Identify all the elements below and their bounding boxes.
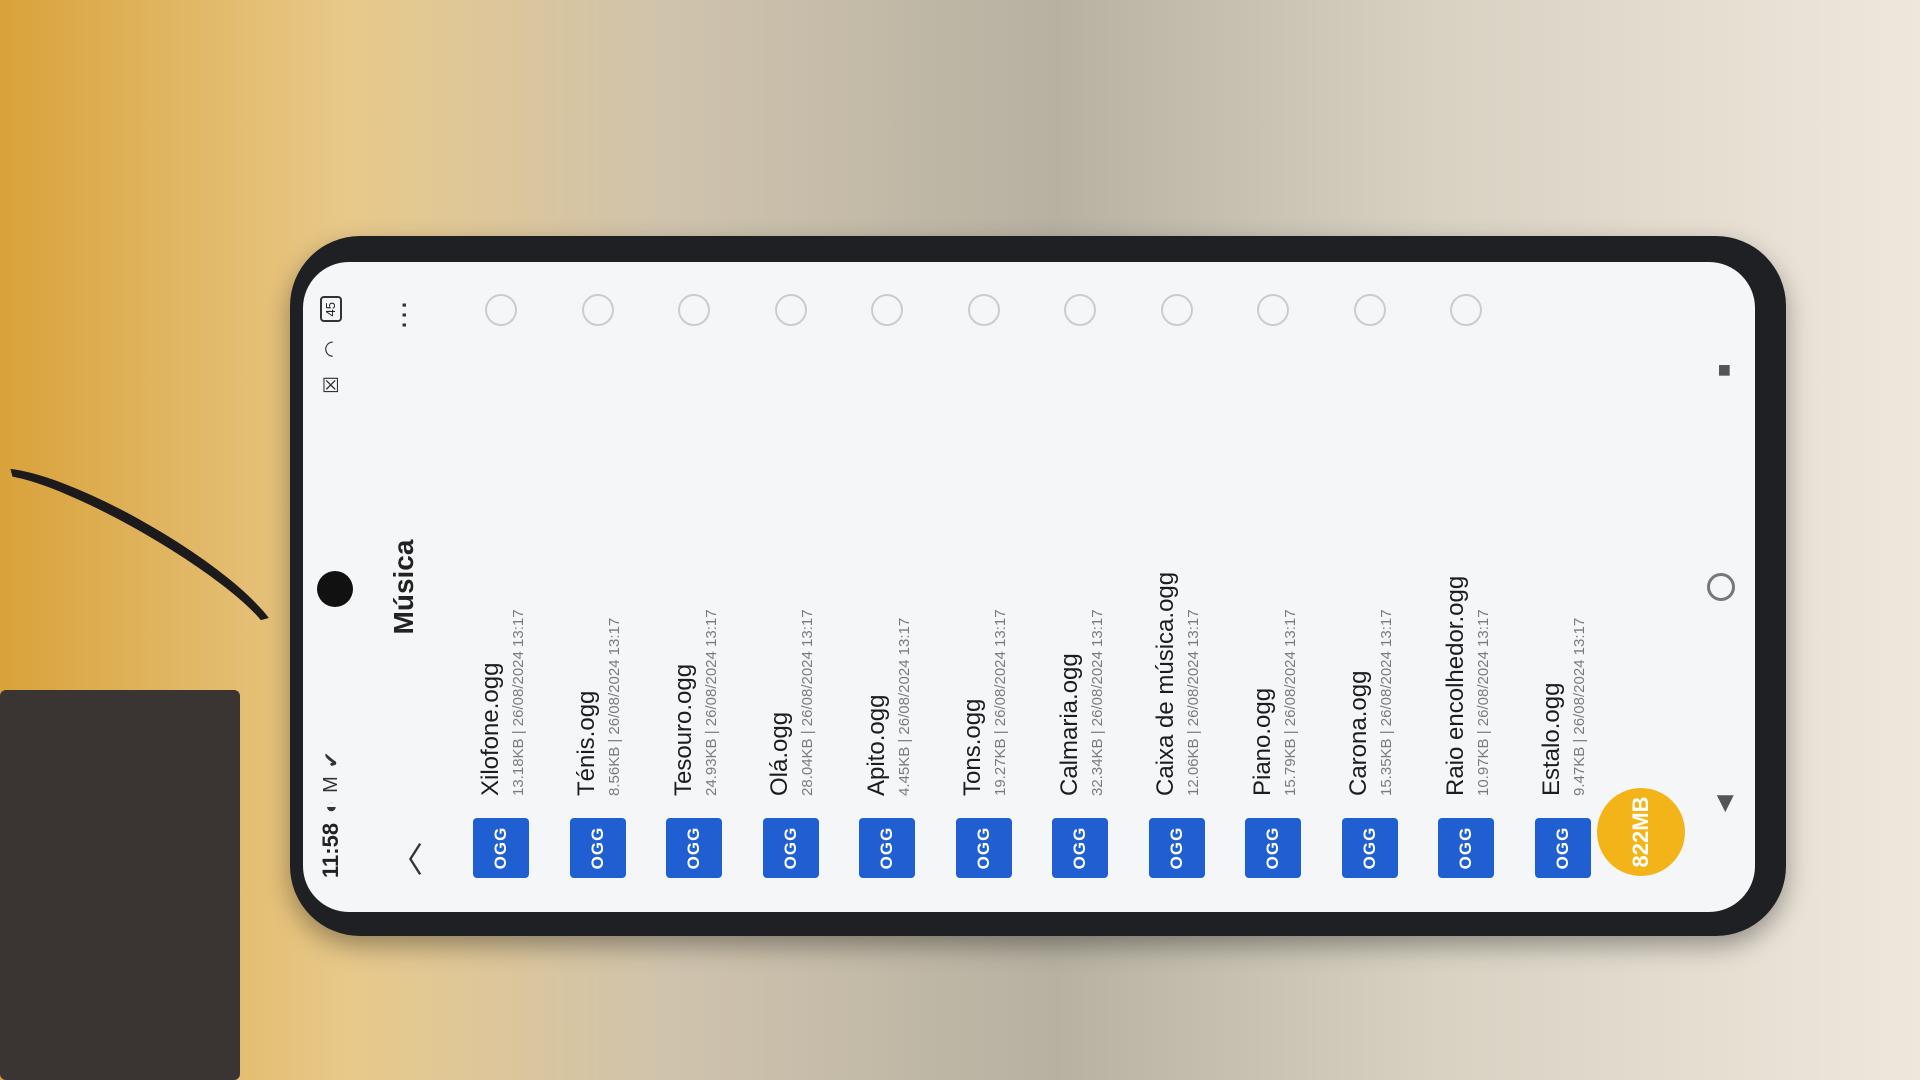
file-info: 13.18KB | 26/08/2024 13:17 bbox=[509, 609, 527, 796]
ogg-file-icon: OGG bbox=[666, 818, 723, 878]
front-camera bbox=[317, 571, 353, 607]
file-info: 32.34KB | 26/08/2024 13:17 bbox=[1088, 609, 1106, 796]
ogg-file-icon: OGG bbox=[473, 818, 530, 878]
file-meta: Olá.ogg 28.04KB | 26/08/2024 13:17 bbox=[765, 326, 816, 796]
file-meta: Estalo.ogg 9.47KB | 26/08/2024 13:17 bbox=[1537, 294, 1588, 796]
ogg-file-icon: OGG bbox=[859, 818, 916, 878]
ogg-file-icon: OGG bbox=[569, 818, 626, 878]
list-item[interactable]: OGG Olá.ogg 28.04KB | 26/08/2024 13:17 bbox=[743, 262, 840, 912]
file-info: 15.79KB | 26/08/2024 13:17 bbox=[1281, 609, 1299, 796]
list-item[interactable]: OGG Ténis.ogg 8.56KB | 26/08/2024 13:17 bbox=[550, 262, 647, 912]
file-name: Xilofone.ogg bbox=[476, 662, 504, 796]
select-checkbox[interactable] bbox=[1450, 294, 1483, 326]
file-name: Apito.ogg bbox=[862, 694, 890, 796]
file-meta: Calmaria.ogg 32.34KB | 26/08/2024 13:17 bbox=[1055, 326, 1106, 796]
file-info: 24.93KB | 26/08/2024 13:17 bbox=[702, 609, 720, 796]
ogg-file-icon: OGG bbox=[1438, 818, 1495, 878]
list-item[interactable]: OGG Calmaria.ogg 32.34KB | 26/08/2024 13… bbox=[1032, 262, 1129, 912]
file-info: 9.47KB | 26/08/2024 13:17 bbox=[1571, 617, 1589, 796]
file-name: Tons.ogg bbox=[959, 698, 987, 796]
file-meta: Tesouro.ogg 24.93KB | 26/08/2024 13:17 bbox=[669, 326, 720, 796]
ogg-file-icon: OGG bbox=[1052, 818, 1109, 878]
list-item[interactable]: OGG Raio encolhedor.ogg 10.97KB | 26/08/… bbox=[1418, 262, 1515, 912]
phone-screen: 11:58 ◐ M ✔ ☒ ◠ 45 ︿ Música ⋯ OGG Xilofo… bbox=[303, 262, 1755, 912]
list-item[interactable]: OGG Caixa de música.ogg 12.06KB | 26/08/… bbox=[1129, 262, 1226, 912]
list-item[interactable]: OGG Apito.ogg 4.45KB | 26/08/2024 13:17 bbox=[839, 262, 936, 912]
check-icon: ✔ bbox=[320, 751, 343, 769]
app-bar: ︿ Música ⋯ bbox=[369, 262, 439, 912]
list-item[interactable]: OGG Xilofone.ogg 13.18KB | 26/08/2024 13… bbox=[453, 262, 550, 912]
background-cable bbox=[0, 440, 298, 680]
status-time: 11:58 bbox=[318, 822, 343, 878]
file-meta: Xilofone.ogg 13.18KB | 26/08/2024 13:17 bbox=[476, 326, 527, 796]
ogg-file-icon: OGG bbox=[1245, 818, 1302, 878]
select-checkbox[interactable] bbox=[1353, 294, 1386, 326]
sim-icon: ☒ bbox=[320, 375, 343, 394]
file-info: 10.97KB | 26/08/2024 13:17 bbox=[1474, 609, 1492, 796]
ogg-file-icon: OGG bbox=[762, 818, 819, 878]
notification-icon: ◐ bbox=[319, 800, 342, 813]
home-circle-icon[interactable] bbox=[1707, 567, 1741, 607]
file-name: Olá.ogg bbox=[766, 711, 794, 796]
chevron-up-icon[interactable]: ︿ bbox=[380, 836, 429, 876]
ogg-file-icon: OGG bbox=[1534, 818, 1591, 878]
file-name: Piano.ogg bbox=[1248, 687, 1276, 796]
gmail-icon: M bbox=[319, 776, 342, 793]
file-meta: Ténis.ogg 8.56KB | 26/08/2024 13:17 bbox=[572, 326, 623, 796]
more-horizontal-icon[interactable]: ⋯ bbox=[387, 298, 422, 338]
file-meta: Carona.ogg 15.35KB | 26/08/2024 13:17 bbox=[1344, 326, 1395, 796]
file-name: Caixa de música.ogg bbox=[1152, 571, 1180, 796]
select-checkbox[interactable] bbox=[871, 294, 904, 326]
battery-indicator: 45 bbox=[320, 296, 342, 323]
file-meta: Tons.ogg 19.27KB | 26/08/2024 13:17 bbox=[958, 326, 1009, 796]
file-info: 8.56KB | 26/08/2024 13:17 bbox=[606, 617, 624, 796]
phone-screen-area: 11:58 ◐ M ✔ ☒ ◠ 45 ︿ Música ⋯ OGG Xilofo… bbox=[303, 262, 1755, 912]
file-name: Estalo.ogg bbox=[1538, 682, 1566, 796]
background-object bbox=[0, 690, 240, 1080]
file-info: 15.35KB | 26/08/2024 13:17 bbox=[1378, 609, 1396, 796]
ogg-file-icon: OGG bbox=[1148, 818, 1205, 878]
file-info: 4.45KB | 26/08/2024 13:17 bbox=[895, 617, 913, 796]
navigation-bar: ◀ ■ bbox=[1693, 262, 1755, 912]
wifi-icon: ◠ bbox=[320, 340, 343, 358]
list-item[interactable]: OGG Tesouro.ogg 24.93KB | 26/08/2024 13:… bbox=[646, 262, 743, 912]
recents-square-icon[interactable]: ■ bbox=[1711, 350, 1737, 390]
file-info: 12.06KB | 26/08/2024 13:17 bbox=[1185, 609, 1203, 796]
file-name: Carona.ogg bbox=[1345, 670, 1373, 796]
file-info: 28.04KB | 26/08/2024 13:17 bbox=[799, 609, 817, 796]
select-checkbox[interactable] bbox=[774, 294, 807, 326]
list-item[interactable]: OGG Piano.ogg 15.79KB | 26/08/2024 13:17 bbox=[1225, 262, 1322, 912]
file-meta: Piano.ogg 15.79KB | 26/08/2024 13:17 bbox=[1248, 326, 1299, 796]
list-item[interactable]: OGG Estalo.ogg 9.47KB | 26/08/2024 13:17 bbox=[1515, 262, 1612, 912]
select-checkbox[interactable] bbox=[967, 294, 1000, 326]
ogg-file-icon: OGG bbox=[1341, 818, 1398, 878]
select-checkbox[interactable] bbox=[1064, 294, 1097, 326]
select-checkbox[interactable] bbox=[485, 294, 518, 326]
select-checkbox[interactable] bbox=[678, 294, 711, 326]
ogg-file-icon: OGG bbox=[955, 818, 1012, 878]
list-item[interactable]: OGG Tons.ogg 19.27KB | 26/08/2024 13:17 bbox=[936, 262, 1033, 912]
storage-badge[interactable]: 822MB bbox=[1597, 788, 1685, 876]
file-meta: Raio encolhedor.ogg 10.97KB | 26/08/2024… bbox=[1441, 326, 1492, 796]
page-title: Música bbox=[388, 539, 419, 635]
file-meta: Apito.ogg 4.45KB | 26/08/2024 13:17 bbox=[862, 326, 913, 796]
file-name: Calmaria.ogg bbox=[1055, 653, 1083, 796]
status-right: ☒ ◠ 45 bbox=[319, 296, 344, 394]
file-name: Ténis.ogg bbox=[573, 690, 601, 796]
list-item[interactable]: OGG Carona.ogg 15.35KB | 26/08/2024 13:1… bbox=[1322, 262, 1419, 912]
select-checkbox[interactable] bbox=[581, 294, 614, 326]
back-triangle-icon[interactable]: ◀ bbox=[1711, 784, 1737, 824]
file-name: Tesouro.ogg bbox=[669, 663, 697, 796]
file-info: 19.27KB | 26/08/2024 13:17 bbox=[992, 609, 1010, 796]
select-checkbox[interactable] bbox=[1160, 294, 1193, 326]
select-checkbox[interactable] bbox=[1257, 294, 1290, 326]
file-name: Raio encolhedor.ogg bbox=[1441, 575, 1469, 796]
file-list: OGG Xilofone.ogg 13.18KB | 26/08/2024 13… bbox=[453, 262, 1611, 912]
file-meta: Caixa de música.ogg 12.06KB | 26/08/2024… bbox=[1151, 326, 1202, 796]
